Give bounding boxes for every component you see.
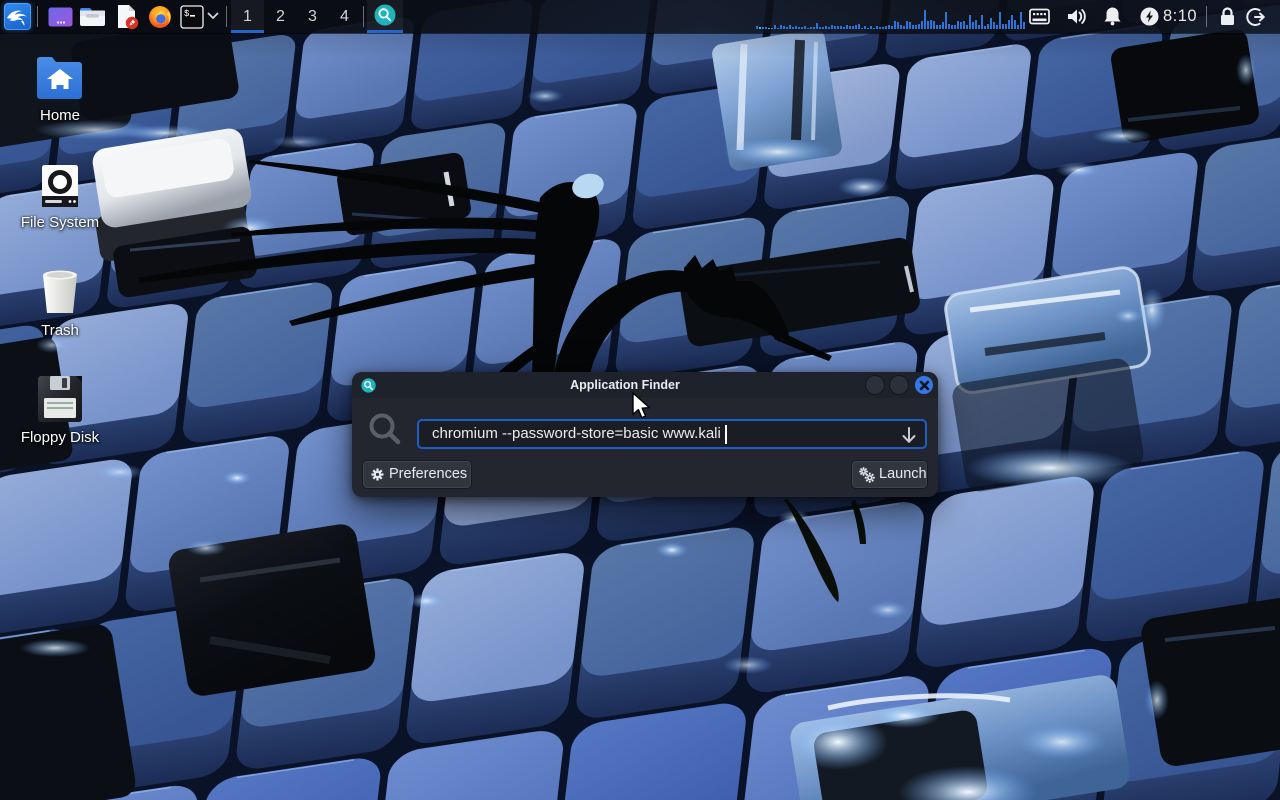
svg-text:$: $ bbox=[184, 9, 190, 19]
